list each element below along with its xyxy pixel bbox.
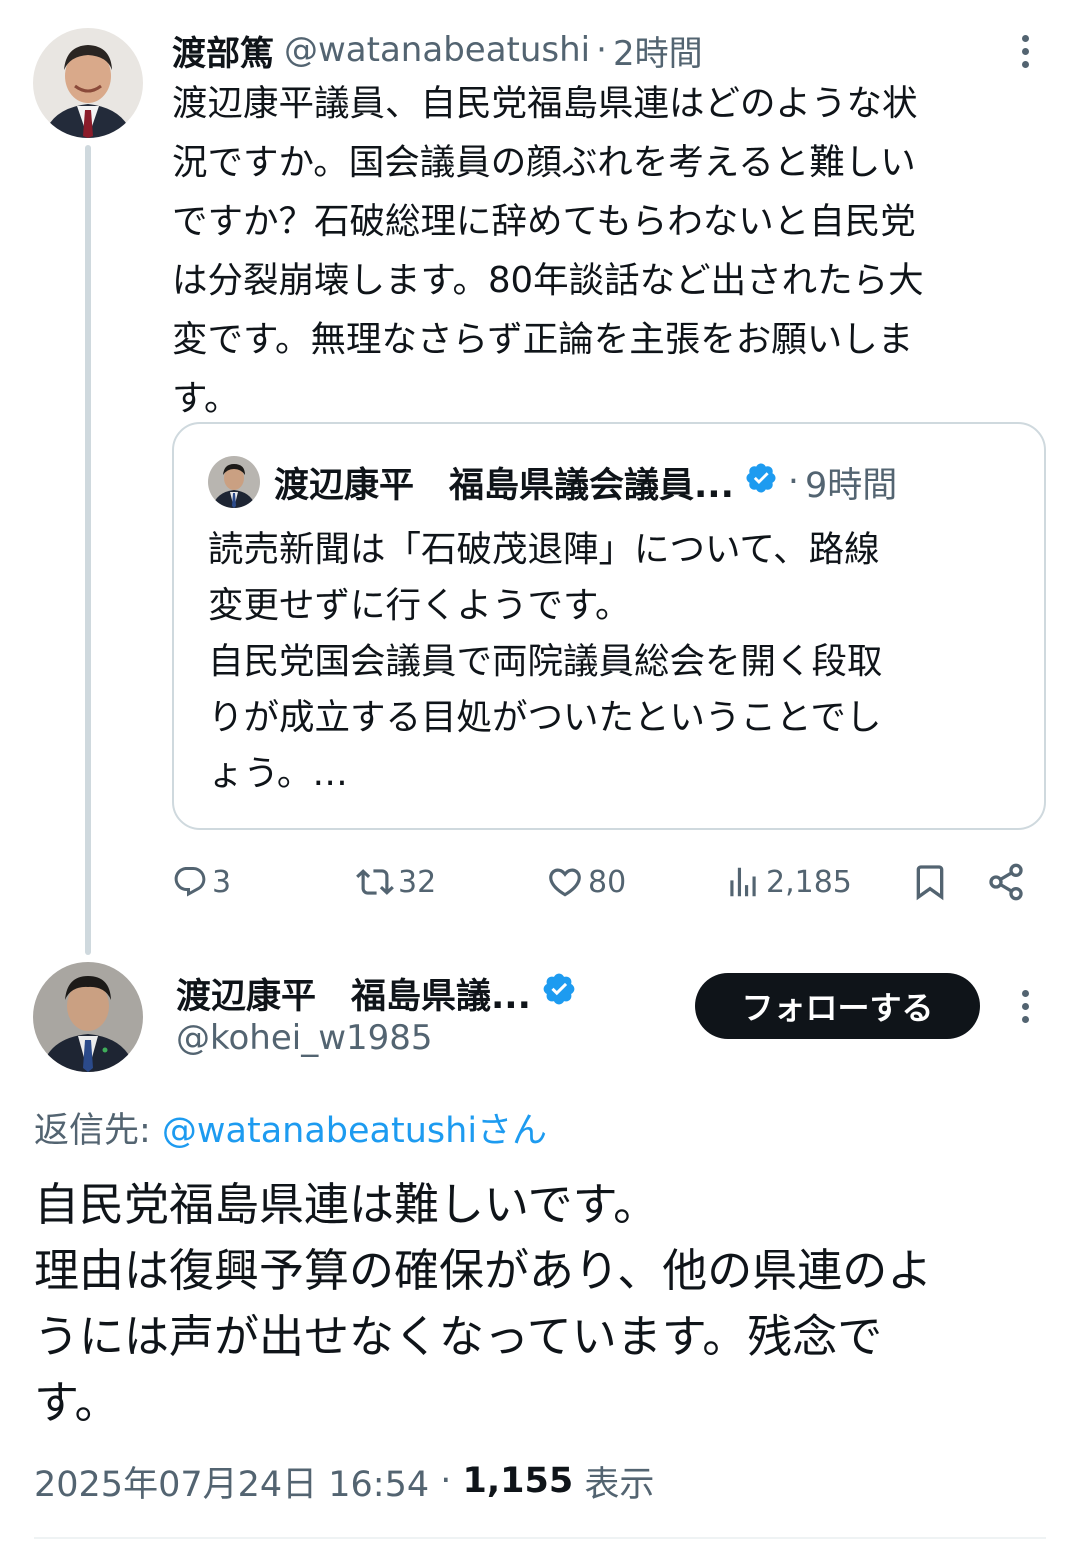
quote-header: 渡辺康平 福島県議会議員... · 9時間	[208, 456, 897, 508]
tweet1-text: 渡辺康平議員、自民党福島県連はどのような状 況ですか。国会議員の顔ぶれを考えると…	[172, 83, 924, 419]
quote-text: 読売新聞は「石破茂退陣」について、路線 変更せずに行くようです。 自民党国会議員…	[208, 529, 883, 794]
quote-avatar	[208, 456, 260, 508]
tweet2-view-count: 1,155	[462, 1461, 574, 1501]
reply-to-mention[interactable]: @watanabeatushiさん	[162, 1111, 547, 1151]
bookmark-icon	[916, 865, 944, 901]
retweet-button[interactable]: 32	[356, 858, 436, 906]
reply-button[interactable]: 3	[172, 858, 231, 906]
verified-badge-icon	[541, 971, 577, 1016]
like-button[interactable]: 80	[546, 858, 626, 906]
thread-line	[85, 145, 91, 955]
tweet1-handle[interactable]: @watanabeatushi	[284, 30, 590, 70]
tweet2-more-icon[interactable]	[1019, 990, 1031, 1023]
verified-badge-icon	[744, 461, 778, 504]
tweet2-avatar[interactable]	[33, 962, 143, 1072]
reply-to-label: 返信先:	[34, 1111, 162, 1151]
tweet2-meta: 2025年07月24日 16:54 · 1,155 表示	[34, 1456, 654, 1506]
tweet2-author-name-text: 渡辺康平 福島県議...	[176, 976, 531, 1017]
tweet1-separator: ·	[596, 30, 607, 70]
tweet2-author-name[interactable]: 渡辺康平 福島県議...	[176, 968, 577, 1018]
tweet1-avatar[interactable]	[33, 28, 143, 138]
tweet1-action-bar: 3 32 80 2,185	[172, 858, 1042, 906]
like-icon	[549, 868, 581, 897]
quote-time: 9時間	[805, 465, 898, 506]
share-icon	[989, 863, 1023, 901]
retweet-icon	[356, 869, 394, 895]
tweet2-meta-separator: ·	[429, 1461, 463, 1501]
tweet1-more-icon[interactable]	[1019, 35, 1031, 68]
tweet2-handle[interactable]: @kohei_w1985	[176, 1018, 433, 1064]
tweet1-author-name[interactable]: 渡部篤	[172, 26, 274, 75]
quote-tweet-card[interactable]: 渡辺康平 福島県議会議員... · 9時間 読売新聞は「石破茂退陣」について、路…	[172, 422, 1046, 830]
quote-separator: ·	[787, 462, 800, 502]
tweet2-text: 自民党福島県連は難しいです。 理由は復興予算の確保があり、他の県連のよ うには声…	[34, 1178, 933, 1429]
follow-button[interactable]: フォローする	[695, 973, 980, 1039]
views-icon	[730, 867, 756, 897]
retweet-count: 32	[398, 864, 437, 900]
views-button[interactable]: 2,185	[724, 858, 852, 906]
quote-author-name: 渡辺康平 福島県議会議員...	[274, 465, 734, 506]
tweet2-view-label: 表示	[573, 1464, 655, 1505]
share-button[interactable]	[986, 858, 1026, 906]
reply-count: 3	[212, 864, 232, 900]
tweet1-time[interactable]: 2時間	[613, 26, 703, 75]
tweet2-timestamp[interactable]: 2025年07月24日 16:54	[34, 1456, 429, 1507]
reply-icon	[174, 867, 206, 897]
views-count: 2,185	[766, 864, 852, 900]
bookmark-button[interactable]	[910, 858, 950, 906]
tweet1-header: 渡部篤 @watanabeatushi · 2時間	[172, 26, 703, 74]
reply-to-line: 返信先: @watanabeatushiさん	[34, 1102, 547, 1152]
divider	[34, 1537, 1046, 1539]
like-count: 80	[588, 864, 627, 900]
